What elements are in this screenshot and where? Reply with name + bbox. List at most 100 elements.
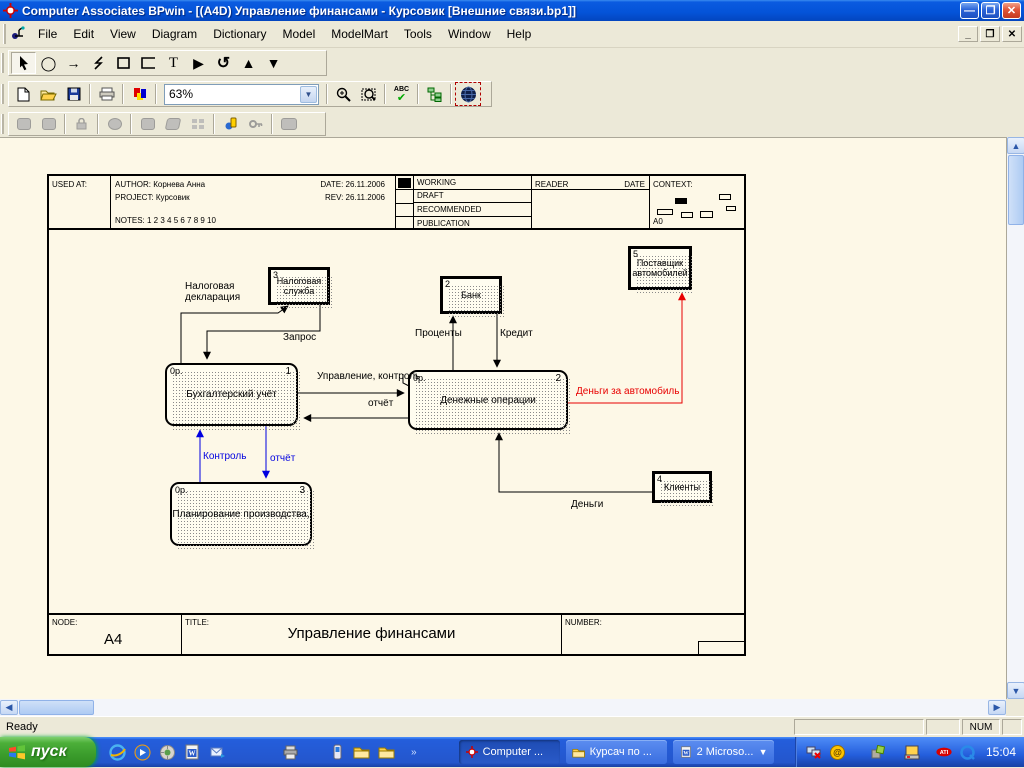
external-box-car-supplier[interactable]: 5 Поставщик автомобилей	[628, 246, 694, 293]
menu-item-dictionary[interactable]: Dictionary	[205, 24, 274, 44]
drawing-toolbar-grip[interactable]	[1, 53, 4, 73]
vertical-scrollbar-thumb[interactable]	[1008, 155, 1024, 225]
modelmart-user-icon[interactable]	[218, 113, 243, 135]
network-disconnected-icon[interactable]	[806, 744, 822, 760]
vertical-scrollbar[interactable]: ▲ ▼	[1006, 137, 1024, 699]
media-player-classic-icon[interactable]	[158, 743, 176, 761]
external-box-tax-service[interactable]: 3 Налоговая служба	[268, 267, 332, 308]
taskbar-button-word-group[interactable]: W 2 Microso... ▼	[672, 740, 774, 764]
web-publish-globe-icon[interactable]	[455, 82, 481, 106]
modelmart-key-icon[interactable]	[243, 113, 268, 135]
external-box-clients[interactable]: 4 Клиенты	[652, 471, 714, 506]
activity-box-accounting[interactable]: 0р. 1 Бухгалтерский учёт	[165, 363, 301, 430]
mdi-close-button[interactable]: ✕	[1002, 26, 1022, 42]
quick-launch-overflow-chevron-icon[interactable]: »	[411, 747, 417, 758]
scroll-down-arrow-icon[interactable]: ▼	[1007, 682, 1024, 699]
print-icon[interactable]	[94, 83, 119, 105]
arrow-label-report-blue[interactable]: отчёт	[270, 453, 295, 464]
menu-item-edit[interactable]: Edit	[65, 24, 102, 44]
device-status-icon[interactable]	[870, 744, 886, 760]
arrow-label-interest[interactable]: Проценты	[415, 328, 462, 339]
diagram-canvas[interactable]: USED AT: AUTHOR: Корнева Анна DATE: 26.1…	[0, 137, 1006, 699]
arrow-label-control-blue[interactable]: Контроль	[203, 451, 246, 462]
media-player-icon[interactable]	[133, 743, 151, 761]
printer-tray-icon[interactable]	[281, 743, 299, 761]
modelmart-edit-icon[interactable]	[160, 113, 185, 135]
horizontal-scrollbar-track[interactable]	[95, 699, 988, 716]
color-palette-icon[interactable]	[127, 83, 152, 105]
horizontal-scrollbar-thumb[interactable]	[19, 700, 94, 715]
arrow-tax-declaration[interactable]	[180, 305, 289, 363]
arrow-label-credit[interactable]: Кредит	[500, 328, 533, 339]
text-tool-icon[interactable]: T	[161, 52, 186, 74]
outlook-express-icon[interactable]	[208, 743, 226, 761]
arrow-money[interactable]	[495, 432, 652, 493]
menu-item-tools[interactable]: Tools	[396, 24, 440, 44]
modelmart-toolbar-grip[interactable]	[1, 113, 4, 134]
new-document-icon[interactable]	[11, 83, 36, 105]
external-reference-tool-icon[interactable]	[136, 52, 161, 74]
minimize-button[interactable]: —	[960, 2, 979, 19]
external-box-bank[interactable]: 2 Банк	[440, 276, 504, 317]
mdi-minimize-button[interactable]: _	[958, 26, 978, 42]
modelmart-checkin-icon[interactable]	[36, 113, 61, 135]
menu-item-window[interactable]: Window	[440, 24, 499, 44]
taskbar-button-folder[interactable]: Курсач по ...	[565, 740, 667, 764]
arrow-label-money-for-car[interactable]: Деньги за автомобиль	[576, 386, 679, 397]
pointer-tool-icon[interactable]	[11, 52, 36, 74]
modelmart-lock-icon[interactable]	[69, 113, 94, 135]
horizontal-scrollbar[interactable]: ◀ ▶	[0, 699, 1006, 716]
arrow-label-tax-declaration[interactable]: Налоговая декларация	[185, 281, 247, 303]
diagram-document-icon[interactable]	[10, 26, 26, 42]
zoom-input[interactable]	[165, 87, 300, 101]
zoom-area-icon[interactable]	[356, 83, 381, 105]
activity-box-money-operations[interactable]: 0р. 2 Денежные операции	[408, 370, 571, 434]
modelmart-checkout-icon[interactable]	[11, 113, 36, 135]
model-explorer-icon[interactable]	[422, 83, 447, 105]
go-up-icon[interactable]: ▲	[236, 52, 261, 74]
diagram-area[interactable]: 3 Налоговая служба 2 Банк 5 Поставщик ав…	[49, 232, 744, 615]
open-file-icon[interactable]	[36, 83, 61, 105]
modelmart-refresh-icon[interactable]	[135, 113, 160, 135]
restore-button[interactable]: ❐	[981, 2, 1000, 19]
quicktime-icon[interactable]	[960, 744, 976, 760]
save-icon[interactable]	[61, 83, 86, 105]
squiggle-tool-icon[interactable]	[86, 52, 111, 74]
internet-explorer-icon[interactable]	[108, 743, 126, 761]
modelmart-grid-icon[interactable]	[185, 113, 210, 135]
arrow-label-request[interactable]: Запрос	[283, 332, 316, 343]
vertical-scrollbar-track[interactable]	[1007, 226, 1024, 682]
go-down-icon[interactable]: ▼	[261, 52, 286, 74]
menu-item-model[interactable]: Model	[275, 24, 324, 44]
group-dropdown-arrow-icon[interactable]: ▼	[759, 747, 768, 757]
menu-item-help[interactable]: Help	[499, 24, 540, 44]
dialer-at-icon[interactable]: @	[830, 744, 846, 760]
scroll-left-arrow-icon[interactable]: ◀	[0, 700, 18, 715]
ati-icon[interactable]: ATI	[936, 744, 952, 760]
menu-item-modelmart[interactable]: ModelMart	[323, 24, 396, 44]
menu-item-view[interactable]: View	[102, 24, 144, 44]
zoom-combobox[interactable]: ▼	[164, 83, 319, 105]
modelmart-users-icon[interactable]	[276, 113, 301, 135]
folder-icon[interactable]	[378, 743, 396, 761]
activity-box-production-planning[interactable]: 0р. 3 Планирование производства,	[170, 482, 315, 550]
start-button[interactable]: пуск	[0, 737, 96, 767]
close-button[interactable]: ✕	[1002, 2, 1021, 19]
standard-toolbar-grip[interactable]	[1, 84, 4, 104]
word-icon[interactable]: W	[183, 743, 201, 761]
spell-check-icon[interactable]: ABC ✔	[389, 83, 414, 105]
rotate-icon[interactable]: ↺	[211, 52, 236, 74]
mdi-restore-button[interactable]: ❐	[980, 26, 1000, 42]
zoom-dropdown-arrow-icon[interactable]: ▼	[300, 85, 317, 103]
usb-device-icon[interactable]	[328, 743, 346, 761]
display-settings-icon[interactable]	[904, 744, 920, 760]
taskbar-button-bpwin[interactable]: Computer ...	[458, 740, 560, 764]
menubar-grip[interactable]	[3, 24, 6, 44]
taskbar-clock[interactable]: 15:04	[986, 745, 1016, 759]
zoom-in-icon[interactable]	[331, 83, 356, 105]
arrow-tool-icon[interactable]: →	[61, 52, 86, 74]
arrow-label-money[interactable]: Деньги	[571, 499, 603, 510]
folder-icon[interactable]	[353, 743, 371, 761]
go-to-child-icon[interactable]: ▶	[186, 52, 211, 74]
box-tool-icon[interactable]	[111, 52, 136, 74]
